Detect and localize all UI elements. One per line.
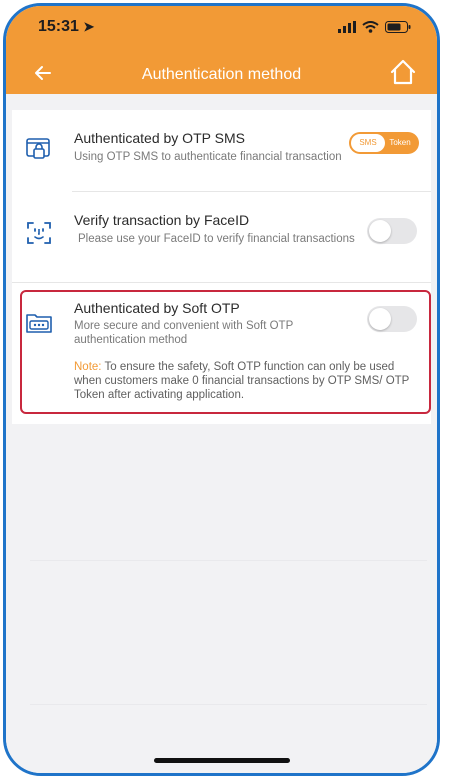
battery-icon	[385, 21, 411, 33]
nav-bar: Authentication method	[6, 52, 437, 94]
content-area: Authenticated by OTP SMS Using OTP SMS t…	[6, 94, 437, 773]
soft-otp-toggle[interactable]	[367, 306, 417, 332]
location-arrow-icon: ➤	[83, 19, 95, 34]
status-icons	[338, 21, 411, 33]
header: 15:31 ➤ Authentication method	[6, 6, 437, 94]
soft-otp-note: Note: To ensure the safety, Soft OTP fun…	[74, 360, 421, 402]
faceid-title: Verify transaction by FaceID	[74, 212, 250, 228]
segment-option-sms[interactable]: SMS	[351, 134, 385, 152]
faceid-icon	[26, 220, 52, 246]
home-button[interactable]	[387, 56, 419, 88]
list-item-otp-sms: Authenticated by OTP SMS Using OTP SMS t…	[12, 110, 431, 190]
toggle-knob	[369, 308, 391, 330]
page-title: Authentication method	[141, 66, 302, 83]
toggle-knob	[369, 220, 391, 242]
phone-frame: 15:31 ➤ Authentication method Authentica…	[3, 3, 440, 776]
otp-sms-lock-icon	[26, 136, 52, 162]
signal-icon	[338, 21, 356, 33]
status-time-text: 15:31	[38, 18, 79, 35]
wifi-icon	[362, 21, 379, 33]
home-icon	[390, 59, 416, 85]
list-item-faceid: Verify transaction by FaceID Please use …	[12, 192, 431, 282]
otp-sms-title: Authenticated by OTP SMS	[74, 130, 245, 146]
note-label: Note:	[74, 361, 102, 373]
divider	[30, 704, 427, 705]
segment-option-token[interactable]: Token	[385, 134, 415, 152]
soft-otp-title: Authenticated by Soft OTP	[74, 300, 240, 316]
faceid-description: Please use your FaceID to verify financi…	[78, 233, 355, 245]
divider	[30, 560, 427, 561]
otp-sms-description: Using OTP SMS to authenticate financial …	[74, 151, 342, 163]
status-bar: 15:31 ➤	[6, 6, 437, 50]
note-body: To ensure the safety, Soft OTP function …	[74, 361, 410, 401]
home-indicator	[153, 758, 290, 763]
auth-method-list: Authenticated by OTP SMS Using OTP SMS t…	[12, 110, 431, 424]
soft-otp-description: More secure and convenient with Soft OTP…	[74, 320, 294, 346]
status-time: 15:31 ➤	[38, 18, 94, 36]
otp-method-segmented-control[interactable]: SMS Token	[349, 132, 419, 154]
divider	[12, 282, 431, 283]
faceid-toggle[interactable]	[367, 218, 417, 244]
soft-otp-folder-icon	[26, 310, 52, 336]
